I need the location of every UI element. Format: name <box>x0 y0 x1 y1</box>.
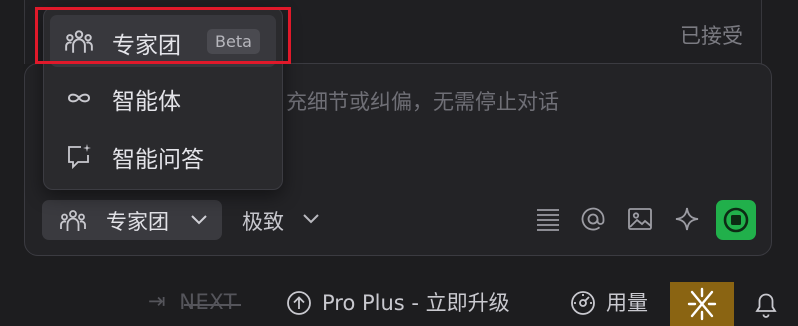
usage-link[interactable]: 用量 <box>606 287 648 317</box>
bell-icon[interactable] <box>752 289 780 319</box>
annotation-highlight-box <box>35 7 291 64</box>
upgrade-arrow-icon[interactable] <box>286 290 312 316</box>
infinity-icon <box>67 93 91 103</box>
next-arrow-icon: ⇥ <box>148 289 167 313</box>
upgrade-link[interactable]: Pro Plus - 立即升级 <box>322 287 510 317</box>
brand-logo-button[interactable] <box>670 282 734 326</box>
chevron-down-icon[interactable] <box>302 213 320 225</box>
brand-sparkle-icon <box>687 287 717 321</box>
menu-item-agent[interactable]: 智能体 <box>50 71 276 123</box>
chat-spark-icon <box>68 144 91 170</box>
sparkle-icon[interactable] <box>674 206 700 232</box>
usage-gauge-icon[interactable] <box>570 290 596 316</box>
accepted-status: 已接受 <box>680 24 743 48</box>
send-stop-icon <box>723 207 749 233</box>
mode-selector-label: 专家团 <box>106 210 169 234</box>
next-label: NEXT <box>179 290 238 314</box>
menu-item-label: 智能问答 <box>112 147 204 173</box>
quality-selector-label[interactable]: 极致 <box>242 206 284 236</box>
mode-selector-button[interactable]: 专家团 <box>42 200 222 240</box>
team-icon <box>60 210 86 231</box>
next-strike-line <box>184 304 242 306</box>
message-input-placeholder[interactable]: 充细节或纠偏，无需停止对话 <box>286 86 559 116</box>
chevron-down-icon <box>191 215 207 225</box>
image-icon[interactable] <box>627 206 653 232</box>
menu-item-qa[interactable]: 智能问答 <box>50 129 276 181</box>
list-icon[interactable] <box>535 206 561 232</box>
chat-composer-screen: 已接受 充细节或纠偏，无需停止对话 专家团 极致 专家团 Beta 智能体 智能… <box>0 0 798 326</box>
menu-item-label: 智能体 <box>112 89 181 115</box>
at-icon[interactable] <box>580 206 606 232</box>
next-button[interactable]: ⇥ NEXT <box>148 289 242 314</box>
send-stop-button[interactable] <box>716 200 756 240</box>
